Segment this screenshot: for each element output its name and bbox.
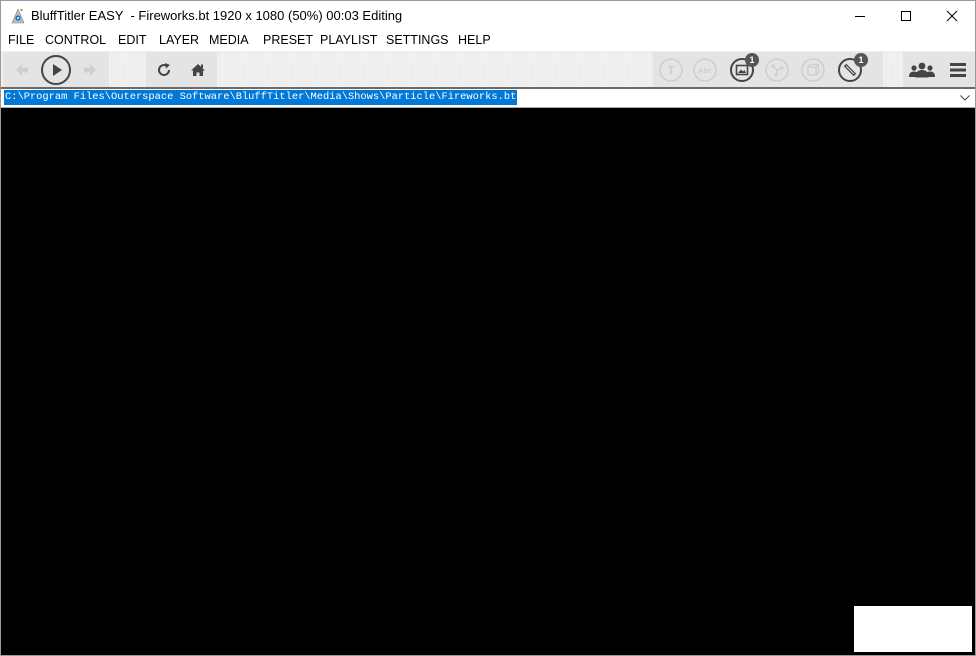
menu-media[interactable]: MEDIA [209, 33, 249, 47]
path-dropdown-button[interactable] [955, 89, 975, 107]
close-icon [946, 10, 958, 22]
layers-group: T Abc 1 1 [653, 52, 883, 87]
menu-settings[interactable]: SETTINGS [386, 33, 449, 47]
close-button[interactable] [929, 1, 975, 31]
preview-canvas[interactable] [1, 108, 975, 655]
menu-preset[interactable]: PRESET [263, 33, 313, 47]
model-layer-icon [801, 57, 825, 82]
text-layer-icon: T [659, 57, 683, 82]
toolbar: T Abc 1 1 [1, 51, 975, 89]
menu-help[interactable]: HELP [458, 33, 491, 47]
title-bar: BluffTitler EASY - Fireworks.bt 1920 x 1… [1, 1, 975, 31]
file-path-input[interactable]: C:\Program Files\Outerspace Software\Blu… [4, 90, 518, 105]
back-button[interactable] [11, 52, 33, 87]
add-model-layer-button[interactable] [798, 52, 828, 87]
window-title: BluffTitler EASY - Fireworks.bt 1920 x 1… [31, 8, 403, 23]
menu-file[interactable]: FILE [8, 33, 34, 47]
people-icon [909, 62, 935, 77]
reload-icon [158, 62, 171, 76]
add-particle-layer-button[interactable] [762, 52, 792, 87]
community-button[interactable] [905, 52, 939, 87]
minimize-button[interactable] [837, 1, 883, 31]
app-logo-icon [11, 8, 25, 24]
file-path-combobox[interactable]: C:\Program Files\Outerspace Software\Blu… [1, 89, 975, 108]
menu-control[interactable]: CONTROL [45, 33, 106, 47]
chevron-down-icon [960, 95, 970, 101]
play-icon [41, 54, 71, 85]
minimize-icon [855, 16, 865, 17]
svg-text:Abc: Abc [698, 66, 712, 75]
right-group [903, 52, 975, 87]
reload-button[interactable] [152, 52, 176, 87]
picture-layer-count-badge: 1 [745, 53, 759, 67]
add-camera-layer-button[interactable]: 1 [834, 52, 868, 87]
forward-button[interactable] [79, 52, 101, 87]
menu-layer[interactable]: LAYER [159, 33, 199, 47]
back-arrow-icon [16, 63, 28, 76]
main-menu-button[interactable] [945, 52, 971, 87]
svg-text:T: T [667, 63, 675, 77]
hamburger-menu-icon [950, 62, 966, 77]
app-window: BluffTitler EASY - Fireworks.bt 1920 x 1… [0, 0, 976, 656]
forward-arrow-icon [84, 63, 96, 76]
menu-edit[interactable]: EDIT [118, 33, 146, 47]
abc-layer-icon: Abc [693, 57, 717, 82]
menu-bar: FILE CONTROL EDIT LAYER MEDIA PRESET PLA… [1, 31, 975, 51]
particle-layer-icon [765, 57, 789, 82]
menu-playlist[interactable]: PLAYLIST [320, 33, 377, 47]
maximize-button[interactable] [883, 1, 929, 31]
play-button[interactable] [39, 52, 73, 87]
maximize-icon [901, 11, 911, 21]
add-picture-layer-button[interactable]: 1 [726, 52, 759, 87]
white-overlay-box [854, 606, 972, 652]
add-text-layer-button[interactable]: T [656, 52, 686, 87]
actions-group [146, 52, 217, 87]
add-abc-layer-button[interactable]: Abc [690, 52, 720, 87]
playback-group [3, 52, 109, 87]
home-icon [191, 63, 205, 76]
home-button[interactable] [186, 52, 210, 87]
camera-layer-count-badge: 1 [854, 53, 868, 67]
